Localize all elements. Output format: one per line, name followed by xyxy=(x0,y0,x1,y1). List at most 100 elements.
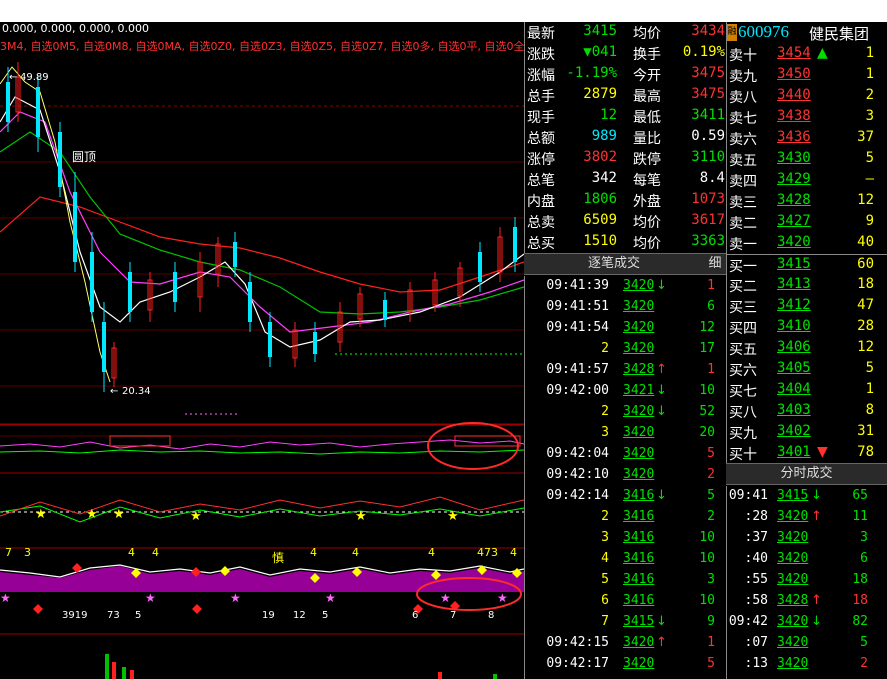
minute-volume: 2 xyxy=(860,656,868,671)
minute-trade-row[interactable]: :55 3420 18 xyxy=(727,570,887,591)
minute-trade-list[interactable]: 09:41 3415 ↓ 65:28 3420 ↑ 11:37 3420 3:40 3420 6:5… xyxy=(726,486,887,679)
tab-detail-toggle[interactable]: 细 xyxy=(704,253,726,275)
tick-row[interactable]: 3 3420 20 xyxy=(525,423,727,444)
bid-level-row[interactable]: 买四 3410 28 xyxy=(727,317,887,338)
quote-row: 涨幅 -1.19% 今开 3475 xyxy=(525,64,727,85)
tick-row[interactable]: 09:42:10 3420 2 xyxy=(525,465,727,486)
bid-level-row[interactable]: 买七 3404 1 xyxy=(727,380,887,401)
tick-row[interactable]: 09:41:39 3420 ↓ 1 xyxy=(525,276,727,297)
bid-level-row[interactable]: 买三 3412 47 xyxy=(727,296,887,317)
tick-list[interactable]: 09:41:39 3420 ↓ 1 09:41:51 3420 6 09:41:54 3420 1… xyxy=(524,276,727,679)
tick-row[interactable]: 09:42:00 3421 ↓ 10 xyxy=(525,381,727,402)
level-price[interactable]: 3405 xyxy=(777,360,811,376)
tick-volume: 10 xyxy=(699,593,715,608)
ask-level-row[interactable]: 卖九 3450 1 xyxy=(727,65,887,86)
tick-price: 3420 xyxy=(623,656,655,671)
ask-level-row[interactable]: 卖一 3420 40 xyxy=(727,233,887,254)
level-price[interactable]: 3420 xyxy=(777,234,811,250)
bid-level-row[interactable]: 买二 3413 18 xyxy=(727,275,887,296)
tick-row[interactable]: 2 3420 17 xyxy=(525,339,727,360)
level-price[interactable]: 3413 xyxy=(777,276,811,292)
ask-level-row[interactable]: 卖三 3428 12 xyxy=(727,191,887,212)
level-price[interactable]: 3450 xyxy=(777,66,811,82)
minute-price: 3420 xyxy=(777,656,809,671)
level-price[interactable]: 3415 xyxy=(777,256,811,272)
minute-trade-row[interactable]: :28 3420 ↑ 11 xyxy=(727,507,887,528)
level-price[interactable]: 3401 xyxy=(777,444,811,460)
tick-volume: 5 xyxy=(707,446,715,461)
bid-level-row[interactable]: 买五 3406 12 xyxy=(727,338,887,359)
quote-value: 3415 xyxy=(583,23,617,39)
level-volume: 47 xyxy=(857,297,874,313)
level-label: 卖二 xyxy=(729,216,757,232)
level-price[interactable]: 3404 xyxy=(777,381,811,397)
tick-row[interactable]: 09:41:54 3420 12 xyxy=(525,318,727,339)
level-price[interactable]: 3406 xyxy=(777,339,811,355)
ask-level-row[interactable]: 卖六 3436 37 xyxy=(727,128,887,149)
tick-time: 4 xyxy=(601,551,609,566)
svg-text:★: ★ xyxy=(497,591,508,605)
minute-trade-row[interactable]: :58 3428 ↑ 18 xyxy=(727,591,887,612)
tick-price: 3416 xyxy=(623,551,655,566)
kline-chart-area[interactable]: 0.000, 0.000, 0.000, 0.000 3M4, 自选0M5, 自… xyxy=(0,22,524,679)
level-label: 卖十 xyxy=(729,48,757,64)
tick-volume: 10 xyxy=(699,530,715,545)
ask-level-row[interactable]: 卖四 3429 — xyxy=(727,170,887,191)
tick-row[interactable]: 7 3415 ↓ 9 xyxy=(525,612,727,633)
tick-row[interactable]: 09:42:04 3420 5 xyxy=(525,444,727,465)
tick-row[interactable]: 09:42:15 3420 ↑ 1 xyxy=(525,633,727,654)
ask-level-row[interactable]: 卖八 3440 2 xyxy=(727,86,887,107)
tick-arrow-icon: ↑ xyxy=(656,362,667,377)
quote-label: 最低 xyxy=(633,110,661,126)
level-label: 卖五 xyxy=(729,153,757,169)
level-price[interactable]: 3427 xyxy=(777,213,811,229)
tick-row[interactable]: 3 3416 10 xyxy=(525,528,727,549)
tick-volume: 52 xyxy=(699,404,715,419)
level-price[interactable]: 3454 xyxy=(777,45,811,61)
bid-level-row[interactable]: 买九 3402 31 xyxy=(727,422,887,443)
tick-row[interactable]: 2 3416 2 xyxy=(525,507,727,528)
level-price[interactable]: 3410 xyxy=(777,318,811,334)
quote-value: 0.59 xyxy=(691,128,725,144)
minute-trade-row[interactable]: :07 3420 5 xyxy=(727,633,887,654)
stock-code-bar[interactable]: 融 600976 健民集团 xyxy=(727,22,887,44)
tab-tick-detail[interactable]: 逐笔成交 xyxy=(524,253,704,275)
minute-trade-row[interactable]: 09:42 3420 ↓ 82 xyxy=(727,612,887,633)
tick-price: 3415 xyxy=(623,614,655,629)
tick-row[interactable]: 09:42:14 3416 ↓ 5 xyxy=(525,486,727,507)
ask-level-row[interactable]: 卖五 3430 5 xyxy=(727,149,887,170)
level-price[interactable]: 3429 xyxy=(777,171,811,187)
level-price[interactable]: 3403 xyxy=(777,402,811,418)
level-price[interactable]: 3436 xyxy=(777,129,811,145)
tab-minute-trades[interactable]: 分时成交 xyxy=(726,463,887,485)
level-price[interactable]: 3412 xyxy=(777,297,811,313)
level-price[interactable]: 3430 xyxy=(777,150,811,166)
bid-level-row[interactable]: 买八 3403 8 xyxy=(727,401,887,422)
level-price[interactable]: 3428 xyxy=(777,192,811,208)
tick-row[interactable]: 5 3416 3 xyxy=(525,570,727,591)
low-label: 20.34 xyxy=(122,386,151,397)
minute-trade-row[interactable]: :37 3420 3 xyxy=(727,528,887,549)
minute-trade-row[interactable]: 09:41 3415 ↓ 65 xyxy=(727,486,887,507)
tick-row[interactable]: 2 3420 ↓ 52 xyxy=(525,402,727,423)
stock-code: 600976 xyxy=(738,22,789,41)
ask-level-row[interactable]: 卖二 3427 9 xyxy=(727,212,887,233)
quote-row: 最新 3415 均价 3434 xyxy=(525,22,727,43)
tick-row[interactable]: 6 3416 10 xyxy=(525,591,727,612)
tick-row[interactable]: 09:42:17 3420 5 xyxy=(525,654,727,675)
bid-level-row[interactable]: 买十 3401 ▼ 78 xyxy=(727,443,887,464)
bid-level-row[interactable]: 买六 3405 5 xyxy=(727,359,887,380)
minute-trade-row[interactable]: :13 3420 2 xyxy=(727,654,887,675)
quote-label: 总手 xyxy=(527,89,555,105)
ask-level-row[interactable]: 卖十 3454 ▲ 1 xyxy=(727,44,887,65)
level-price[interactable]: 3402 xyxy=(777,423,811,439)
level-price[interactable]: 3438 xyxy=(777,108,811,124)
tick-time: 6 xyxy=(601,593,609,608)
bid-level-row[interactable]: 买一 3415 60 xyxy=(727,254,887,276)
minute-trade-row[interactable]: :40 3420 6 xyxy=(727,549,887,570)
tick-row[interactable]: 4 3416 10 xyxy=(525,549,727,570)
tick-row[interactable]: 09:41:51 3420 6 xyxy=(525,297,727,318)
ask-level-row[interactable]: 卖七 3438 3 xyxy=(727,107,887,128)
tick-row[interactable]: 09:41:57 3428 ↑ 1 xyxy=(525,360,727,381)
level-price[interactable]: 3440 xyxy=(777,87,811,103)
